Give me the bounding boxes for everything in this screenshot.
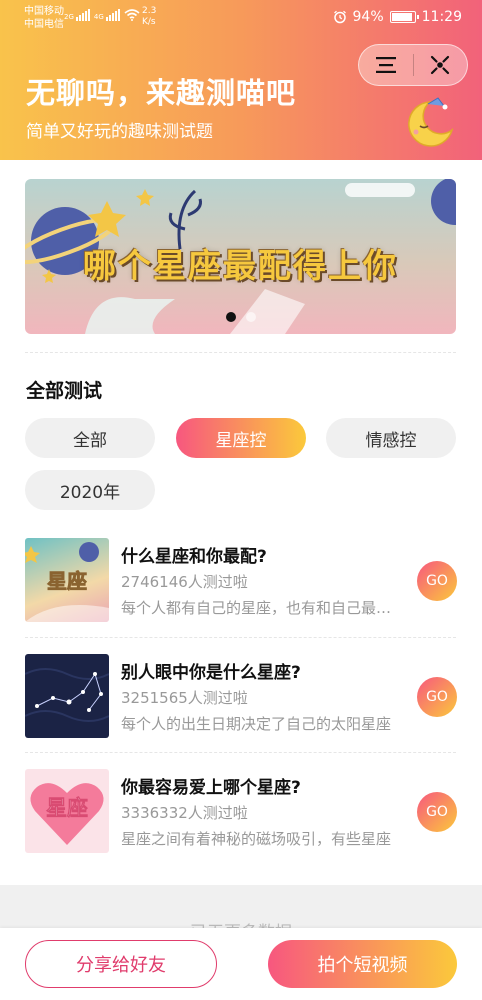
test-thumbnail: 星座 [25,538,109,622]
divider [25,752,456,753]
test-list-item[interactable]: 星座 什么星座和你最配? 2746146人测过啦 每个人都有自己的星座，也有和自… [25,538,457,624]
carrier-names: 中国移动 中国电信 [24,5,64,31]
signal-2-type: 4G [93,13,104,21]
heart-icon: 星座 [30,783,104,845]
speed-unit: K/s [142,17,156,27]
divider [25,637,456,638]
menu-icon [375,57,396,73]
share-button[interactable]: 分享给好友 [25,940,217,988]
go-button[interactable]: GO [417,792,457,832]
constellation-thumb-icon: 星座 [25,542,109,622]
status-right: 94% 11:29 [333,9,462,25]
status-bar: 中国移动 中国电信 2G 4G 2.3 K/s 94% 11:29 [0,0,482,36]
network-indicators: 2G 4G [64,9,140,21]
thumb-label: 星座 [46,796,88,820]
signal-icon: 2G [64,9,90,21]
battery-percent: 94% [352,9,384,25]
mini-program-capsule [358,44,468,86]
signal-1-type: 2G [64,13,74,21]
bottom-action-bar: 分享给好友 拍个短视频 [0,928,482,1000]
carrier-1: 中国移动 [24,6,64,17]
speed-value: 2.3 [142,6,157,16]
filter-chip-2020[interactable]: 2020年 [25,470,155,510]
target-close-icon [431,55,450,75]
test-thumbnail [25,654,109,738]
test-count: 3251565人测过啦 [121,689,248,707]
battery-icon [389,11,419,23]
carousel-dot-1[interactable] [225,312,236,322]
video-button[interactable]: 拍个短视频 [268,940,457,988]
test-count: 3336332人测过啦 [121,804,248,822]
sleeping-moon-icon [408,97,454,147]
test-description: 星座之间有着神秘的磁场吸引，有些星座 [121,830,392,848]
test-title: 什么星座和你最配? [121,547,267,567]
go-button[interactable]: GO [417,677,457,717]
thumb-label: 星座 [47,569,87,593]
filter-chip-emotion[interactable]: 情感控 [326,418,456,458]
network-speed: 2.3 K/s [142,6,156,28]
test-title: 你最容易爱上哪个星座? [121,778,301,798]
alarm-icon [333,10,346,24]
carrier-2: 中国电信 [24,19,64,30]
test-count: 2746146人测过啦 [121,573,248,591]
banner-title: 哪个星座最配得上你 [83,246,398,285]
filter-chip-all[interactable]: 全部 [25,418,155,458]
page-title: 无聊吗，来趣测喵吧 [26,76,297,110]
test-description: 每个人的出生日期决定了自己的太阳星座 [121,715,392,733]
menu-button[interactable] [359,45,413,85]
test-thumbnail: 星座 [25,769,109,853]
wifi-icon [124,9,140,21]
divider [25,352,456,353]
star-map-icon [25,668,109,722]
test-title: 别人眼中你是什么星座? [121,663,301,683]
signal-icon: 4G [94,9,120,21]
test-list-item[interactable]: 星座 你最容易爱上哪个星座? 3336332人测过啦 星座之间有着神秘的磁场吸引… [25,769,457,855]
section-title: 全部测试 [26,380,103,402]
test-description: 每个人都有自己的星座，也有和自己最配的星座 [121,599,403,617]
carousel-dot-2[interactable] [245,312,256,322]
carousel-indicator [25,312,456,322]
filter-chip-constellation[interactable]: 星座控 [176,418,306,458]
test-list-item[interactable]: 别人眼中你是什么星座? 3251565人测过啦 每个人的出生日期决定了自己的太阳… [25,654,457,740]
header: 中国移动 中国电信 2G 4G 2.3 K/s 94% 11:29 无聊吗，来趣… [0,0,482,160]
banner-carousel[interactable]: 哪个星座最配得上你 [25,179,456,334]
clock: 11:29 [421,9,462,25]
go-button[interactable]: GO [417,561,457,601]
close-button[interactable] [414,45,468,85]
page-subtitle: 简单又好玩的趣味测试题 [26,122,213,142]
